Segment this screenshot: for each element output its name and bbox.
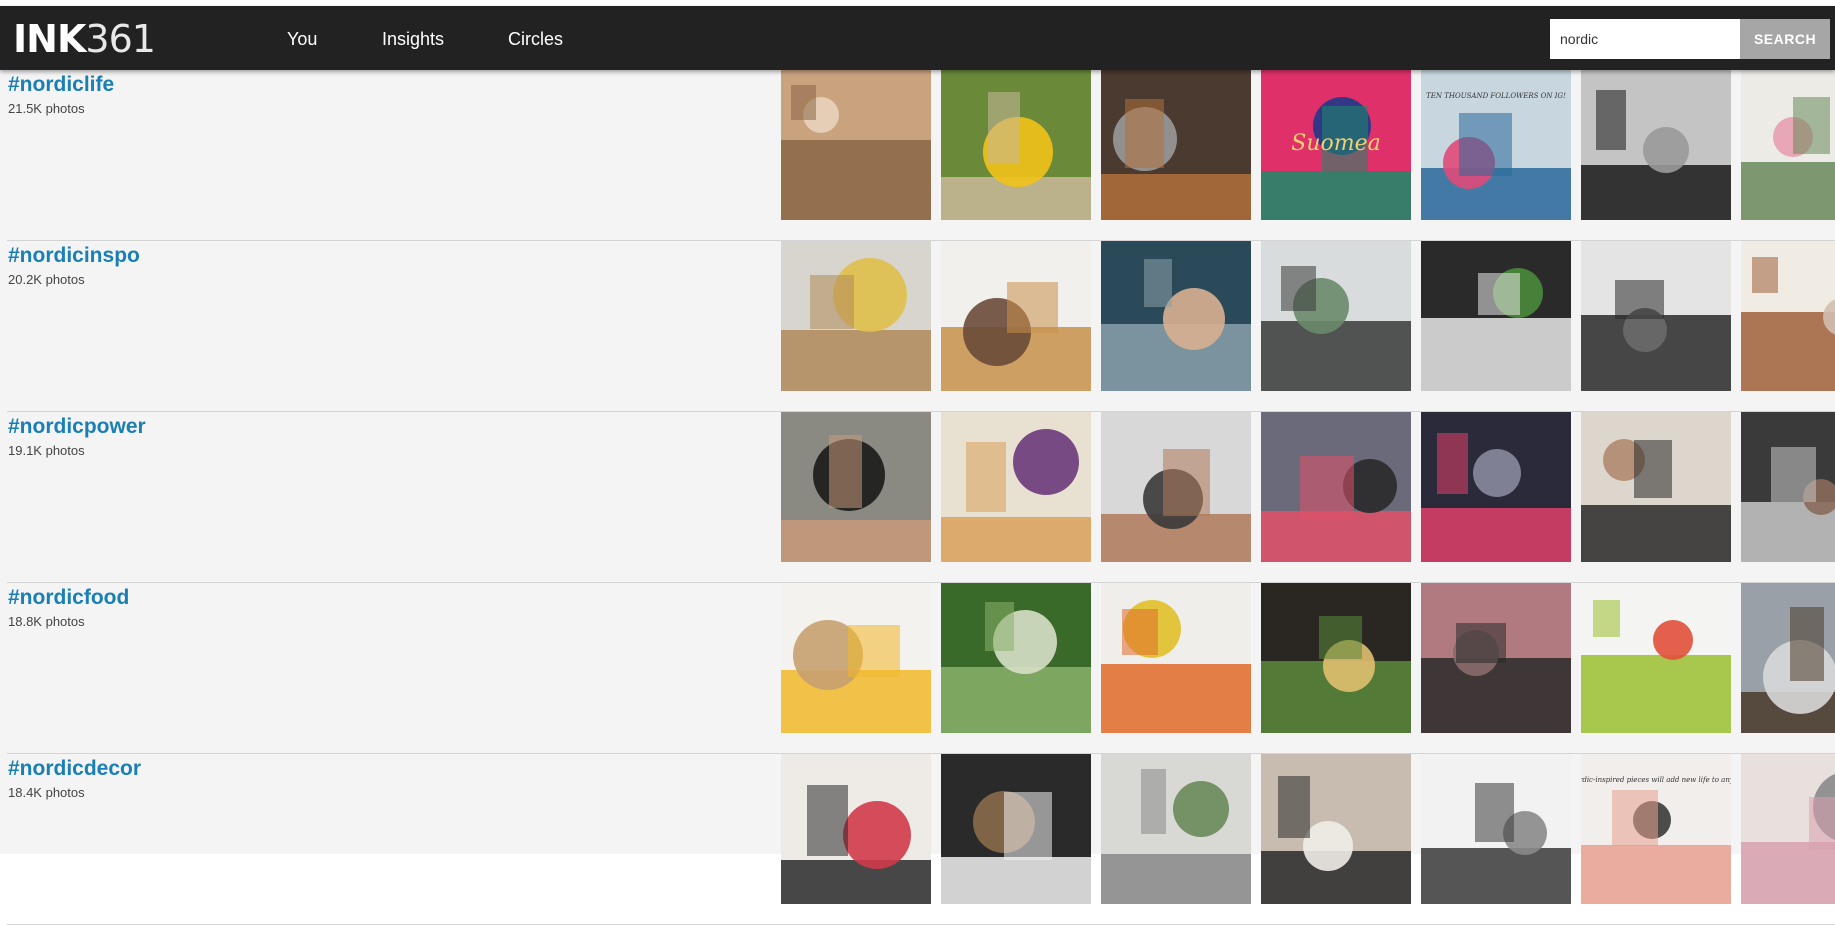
photo-thumbnail[interactable] xyxy=(1421,241,1571,391)
photo-thumbnail[interactable] xyxy=(1421,754,1571,904)
photo-thumbnail[interactable] xyxy=(1101,754,1251,904)
photo-image xyxy=(1581,70,1731,220)
photo-image xyxy=(1741,754,1835,904)
photo-image xyxy=(1261,241,1411,391)
nav-you[interactable]: You xyxy=(287,28,317,50)
photo-image xyxy=(781,412,931,562)
photo-image xyxy=(1101,583,1251,733)
brand-logo-bold: INK xyxy=(13,17,86,61)
search-input[interactable] xyxy=(1550,19,1740,59)
photo-thumbnail[interactable] xyxy=(1261,412,1411,562)
photo-thumbnail[interactable] xyxy=(1421,412,1571,562)
photo-image: Our Nordic-inspired pieces will add new … xyxy=(1581,754,1731,904)
photo-image xyxy=(941,241,1091,391)
photo-image: TEN THOUSAND FOLLOWERS ON IG! xyxy=(1421,70,1571,220)
photo-thumbnail[interactable] xyxy=(1261,241,1411,391)
photo-image xyxy=(1581,241,1731,391)
photo-thumbnail[interactable] xyxy=(1261,754,1411,904)
photo-thumbnail[interactable] xyxy=(781,70,931,220)
photo-strip xyxy=(0,583,1835,733)
photo-image xyxy=(1741,583,1835,733)
photo-image xyxy=(1101,412,1251,562)
photo-thumbnail[interactable] xyxy=(941,412,1091,562)
photo-image xyxy=(781,583,931,733)
photo-thumbnail[interactable] xyxy=(1741,754,1835,904)
photo-thumbnail[interactable] xyxy=(1101,412,1251,562)
photo-thumbnail[interactable] xyxy=(941,70,1091,220)
photo-thumbnail[interactable] xyxy=(781,412,931,562)
photo-caption-text: Suomea xyxy=(1291,131,1380,156)
photo-thumbnail[interactable] xyxy=(941,754,1091,904)
photo-image xyxy=(941,754,1091,904)
photo-thumbnail[interactable] xyxy=(1101,70,1251,220)
photo-image xyxy=(1261,412,1411,562)
top-navbar: INK361 You Insights Circles SEARCH xyxy=(0,6,1835,70)
photo-strip: Suomea TEN THOUSAND FOLLOWERS ON IG! xyxy=(0,70,1835,220)
photo-thumbnail[interactable] xyxy=(941,241,1091,391)
photo-image xyxy=(941,412,1091,562)
photo-image xyxy=(1261,583,1411,733)
photo-thumbnail[interactable] xyxy=(1581,412,1731,562)
photo-image xyxy=(1261,754,1411,904)
photo-thumbnail[interactable] xyxy=(781,241,931,391)
photo-thumbnail[interactable] xyxy=(1101,241,1251,391)
photo-image xyxy=(941,583,1091,733)
photo-image xyxy=(1101,241,1251,391)
hashtag-row: #nordicinspo 20.2K photos xyxy=(0,241,1835,412)
photo-thumbnail[interactable] xyxy=(1421,583,1571,733)
hashtag-row: #nordicfood 18.8K photos xyxy=(0,583,1835,754)
photo-image xyxy=(1421,583,1571,733)
photo-caption-text: Our Nordic-inspired pieces will add new … xyxy=(1581,776,1731,784)
hashtag-row: #nordiclife 21.5K photos Suomea TEN THOUSAN… xyxy=(0,70,1835,241)
photo-thumbnail[interactable] xyxy=(1741,583,1835,733)
hashtag-row: #nordicdecor18.4K photosOur Nordic-inspi… xyxy=(0,754,1835,925)
photo-thumbnail[interactable]: Suomea xyxy=(1261,70,1411,220)
photo-thumbnail[interactable] xyxy=(781,583,931,733)
photo-image xyxy=(781,241,931,391)
photo-strip: Our Nordic-inspired pieces will add new … xyxy=(0,754,1835,904)
photo-thumbnail[interactable] xyxy=(1101,583,1251,733)
photo-strip xyxy=(0,412,1835,562)
photo-thumbnail[interactable]: TEN THOUSAND FOLLOWERS ON IG! xyxy=(1421,70,1571,220)
photo-thumbnail[interactable] xyxy=(1581,241,1731,391)
photo-image xyxy=(781,754,931,904)
photo-image xyxy=(1101,70,1251,220)
photo-strip xyxy=(0,241,1835,391)
photo-thumbnail[interactable] xyxy=(1581,70,1731,220)
brand-logo-light: 361 xyxy=(85,17,156,61)
nav-insights[interactable]: Insights xyxy=(382,28,444,50)
photo-thumbnail[interactable] xyxy=(1741,241,1835,391)
photo-thumbnail[interactable] xyxy=(781,754,931,904)
nav-circles[interactable]: Circles xyxy=(508,28,563,50)
photo-image xyxy=(1421,754,1571,904)
photo-thumbnail[interactable] xyxy=(1741,70,1835,220)
search-button[interactable]: SEARCH xyxy=(1740,19,1830,59)
photo-image xyxy=(781,70,931,220)
photo-image xyxy=(1741,241,1835,391)
photo-image xyxy=(1101,754,1251,904)
photo-thumbnail[interactable] xyxy=(1581,583,1731,733)
photo-thumbnail[interactable] xyxy=(941,583,1091,733)
photo-image xyxy=(1741,412,1835,562)
photo-image xyxy=(1581,412,1731,562)
brand-logo[interactable]: INK361 xyxy=(13,17,156,61)
photo-thumbnail[interactable]: Our Nordic-inspired pieces will add new … xyxy=(1581,754,1731,904)
photo-image: Suomea xyxy=(1261,70,1411,220)
hashtag-row: #nordicpower 19.1K photos xyxy=(0,412,1835,583)
photo-image xyxy=(941,70,1091,220)
photo-image xyxy=(1741,70,1835,220)
photo-thumbnail[interactable] xyxy=(1261,583,1411,733)
photo-image xyxy=(1421,241,1571,391)
photo-caption-text: TEN THOUSAND FOLLOWERS ON IG! xyxy=(1426,92,1566,100)
page: INK361 You Insights Circles SEARCH #nord… xyxy=(0,0,1835,925)
photo-image xyxy=(1581,583,1731,733)
photo-thumbnail[interactable] xyxy=(1741,412,1835,562)
photo-image xyxy=(1421,412,1571,562)
